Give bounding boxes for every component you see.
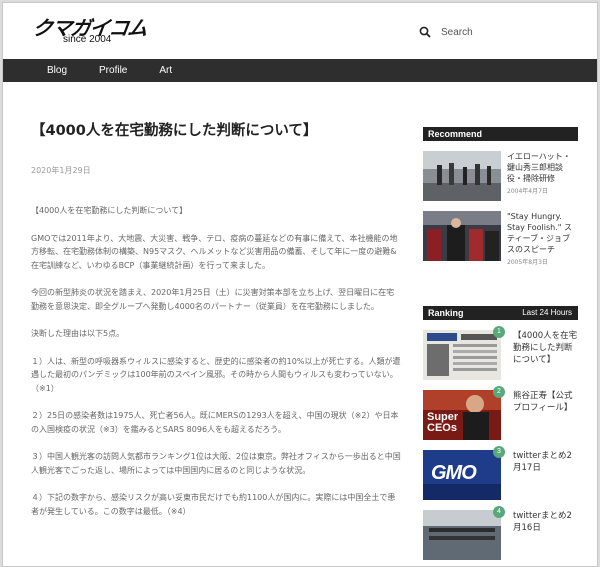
search-label: Search <box>441 26 473 38</box>
article-paragraph: GMOでは2011年より、大地震、大災害、戦争、テロ、疫病の蔓延などの有事に備え… <box>31 233 398 270</box>
recommend-thumbnail[interactable] <box>423 211 501 261</box>
logo-tagline: since 2004 <box>63 34 112 45</box>
ranking-title[interactable]: 【4000人を在宅勤務にした判断について】 <box>513 330 578 380</box>
site-header: クマガイコム since 2004 Search <box>3 3 597 59</box>
ranking-heading: Ranking Last 24 Hours <box>423 306 578 320</box>
ranking-title[interactable]: twitterまとめ2月17日 <box>513 450 578 500</box>
recommend-date: 2005年8月3日 <box>507 259 548 266</box>
ranking-item[interactable]: Super CEOs 2 熊谷正寿【公式プロフィール】 <box>423 386 578 440</box>
recommend-item[interactable]: "Stay Hungry. Stay Foolish." スティーブ・ジョブスの… <box>423 211 578 266</box>
rank-badge: 3 <box>493 446 505 458</box>
nav-item-profile[interactable]: Profile <box>83 59 143 82</box>
recommend-date: 2004年4月7日 <box>507 188 548 195</box>
article-paragraph: ４）下記の数字から、感染リスクが高い妥東市民だけでも約1100人が国内に。実際に… <box>31 493 396 516</box>
browser-frame: クマガイコム since 2004 Search Blog Profile Ar… <box>2 2 598 567</box>
search-box[interactable]: Search <box>419 23 539 41</box>
recommend-heading-label: Recommend <box>428 129 483 139</box>
article-date: 2020年1月29日 <box>31 166 91 175</box>
recommend-title[interactable]: "Stay Hungry. Stay Foolish." スティーブ・ジョブスの… <box>507 211 578 255</box>
article: 【4000人を在宅勤務にした判断について】 2020年1月29日 【4000人を… <box>31 121 401 532</box>
ranking-period: Last 24 Hours <box>522 308 572 317</box>
rank-badge: 4 <box>493 506 505 518</box>
article-paragraph: 【4000人を在宅勤務にした判断について】 <box>31 206 188 215</box>
ranking-item[interactable]: GMO 3 twitterまとめ2月17日 <box>423 446 578 500</box>
article-title: 【4000人を在宅勤務にした判断について】 <box>31 123 318 139</box>
article-paragraph: １）人は、新型の呼吸器系ウィルスに感染すると、歴史的に感染者の約10%以上が死亡… <box>31 356 401 393</box>
ranking-title[interactable]: 熊谷正寿【公式プロフィール】 <box>513 390 578 440</box>
ranking-item[interactable]: 1 【4000人を在宅勤務にした判断について】 <box>423 326 578 380</box>
recommend-title[interactable]: イエローハット・鍵山秀三郎相談役・掃除研修 <box>507 151 578 184</box>
article-body: 【4000人を在宅勤務にした判断について】 GMOでは2011年より、大地震、大… <box>31 204 401 518</box>
article-paragraph: 決断した理由は以下5点。 <box>31 329 125 338</box>
thumbnail-caption: GMO <box>431 462 477 484</box>
recommend-heading: Recommend <box>423 127 578 141</box>
article-paragraph: 今回の新型肺炎の状況を踏まえ、2020年1月25日（土）に災害対策本部を立ち上げ… <box>31 288 395 311</box>
article-paragraph: ２）25日の感染者数は1975人、死亡者56人。既にMERSの1293人を超え、… <box>31 411 399 434</box>
ranking-thumbnail[interactable]: GMO <box>423 450 501 500</box>
main-nav: Blog Profile Art <box>3 59 597 82</box>
rank-badge: 2 <box>493 386 505 398</box>
ranking-item[interactable]: 4 twitterまとめ2月16日 <box>423 506 578 560</box>
ranking-thumbnail[interactable]: Super CEOs <box>423 390 501 440</box>
search-icon <box>419 26 431 38</box>
nav-item-art[interactable]: Art <box>143 59 188 82</box>
sidebar: Recommend イエローハット・鍵山秀三郎相談役・掃除研修 2004年4月7… <box>423 127 578 560</box>
ranking-thumbnail[interactable] <box>423 330 501 380</box>
ranking-heading-label: Ranking <box>428 308 464 318</box>
thumbnail-caption: Super CEOs <box>427 411 459 434</box>
ranking-title[interactable]: twitterまとめ2月16日 <box>513 510 578 560</box>
article-paragraph: ３）中国人観光客の訪問人気都市ランキング1位は大阪、2位は東京。弊社オフィスから… <box>31 452 401 475</box>
recommend-item[interactable]: イエローハット・鍵山秀三郎相談役・掃除研修 2004年4月7日 <box>423 151 578 201</box>
rank-badge: 1 <box>493 326 505 338</box>
recommend-thumbnail[interactable] <box>423 151 501 201</box>
nav-item-blog[interactable]: Blog <box>31 59 83 82</box>
ranking-thumbnail[interactable] <box>423 510 501 560</box>
site-logo[interactable]: クマガイコム since 2004 <box>31 12 148 48</box>
